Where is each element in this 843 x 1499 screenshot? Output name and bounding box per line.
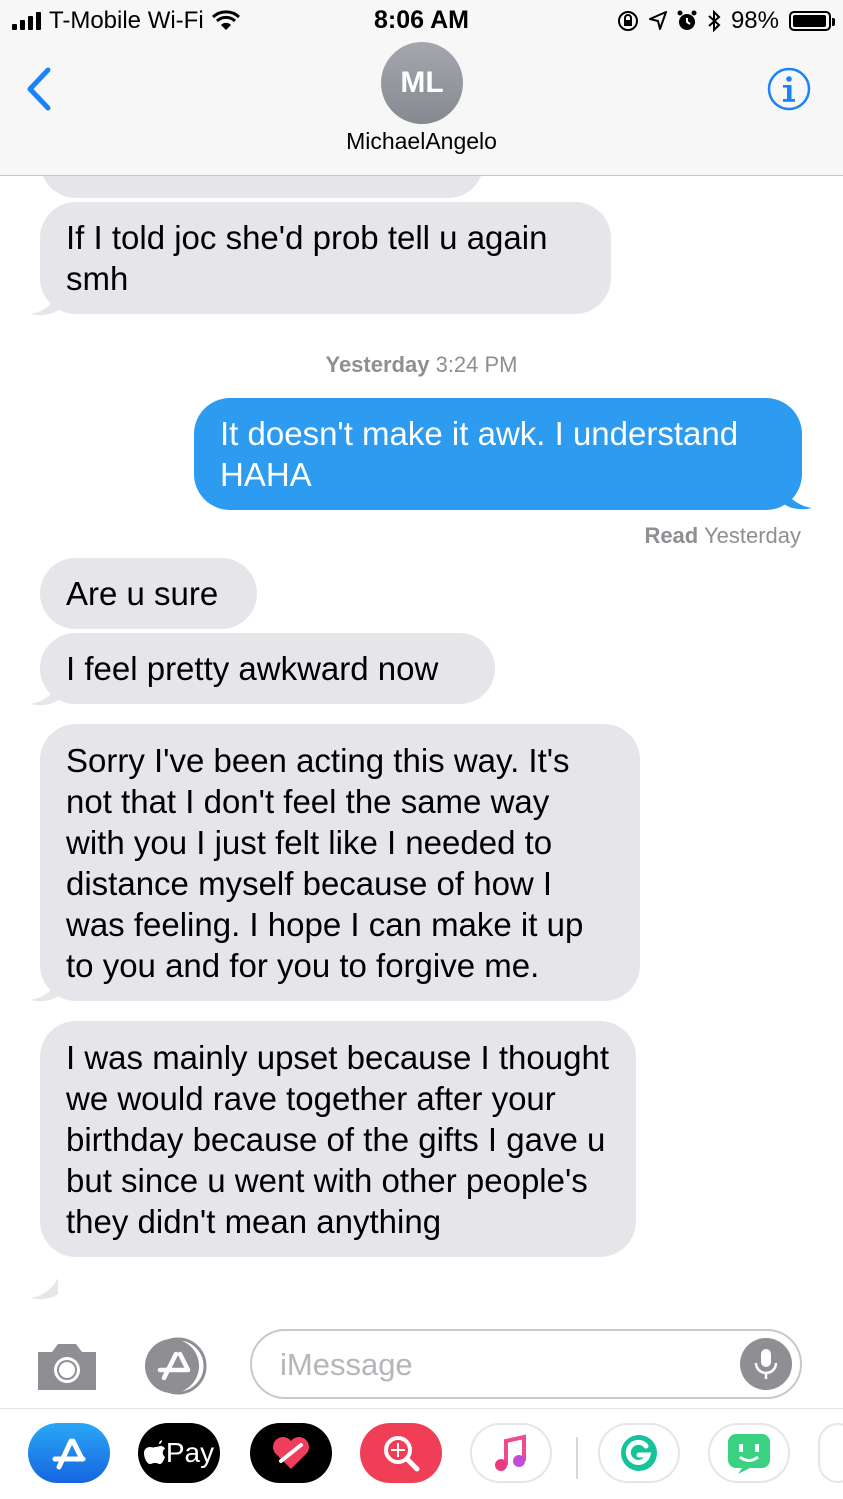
message-text: If I told joc she'd prob tell u again sm…: [66, 219, 548, 297]
apple-pay-label: Pay: [165, 1437, 215, 1468]
status-bar: T-Mobile Wi-Fi 8:06 AM 98%: [0, 0, 843, 42]
rotation-lock-icon: [617, 11, 638, 31]
bubble-tail: [30, 1278, 58, 1300]
info-icon[interactable]: [767, 67, 811, 111]
music-icon[interactable]: [470, 1423, 552, 1483]
bubble-tail: [30, 294, 58, 316]
conversation-header: ML MichaelAngelo: [0, 42, 843, 176]
contact-avatar[interactable]: ML: [381, 42, 463, 124]
message-text: It doesn't make it awk. I understand HAH…: [220, 415, 739, 493]
location-icon: [648, 11, 667, 30]
incoming-message[interactable]: Are u sure: [40, 558, 257, 629]
compose-bar: [0, 1324, 843, 1410]
app-store-icon[interactable]: [142, 1336, 214, 1396]
incoming-message[interactable]: If I told joc she'd prob tell u again sm…: [40, 202, 611, 314]
digital-touch-icon[interactable]: [250, 1423, 332, 1483]
incoming-message[interactable]: Sorry I've been acting this way. It's no…: [40, 724, 640, 1001]
web-images-icon[interactable]: [360, 1423, 442, 1483]
apple-pay-icon[interactable]: Pay: [138, 1423, 220, 1483]
app-store-icon[interactable]: [28, 1423, 110, 1483]
alarm-icon: [677, 10, 697, 30]
imessage-app-drawer: Pay: [0, 1408, 843, 1499]
message-text: Are u sure: [66, 575, 219, 612]
bitmoji-icon[interactable]: [708, 1423, 790, 1483]
message-input-field[interactable]: [250, 1329, 802, 1399]
message-thread[interactable]: If I told joc she'd prob tell u again sm…: [0, 176, 843, 1324]
battery-icon: [789, 11, 835, 31]
message-text: Sorry I've been acting this way. It's no…: [66, 742, 584, 984]
message-input[interactable]: [278, 1343, 722, 1387]
microphone-icon[interactable]: [740, 1338, 792, 1390]
camera-icon[interactable]: [34, 1338, 100, 1394]
drawer-divider: [576, 1437, 578, 1479]
bubble-tail: [30, 684, 58, 706]
back-chevron-icon[interactable]: [20, 64, 60, 114]
bubble-tail: [784, 488, 812, 510]
read-receipt: Read Yesterday: [644, 523, 801, 548]
battery-percent: 98%: [730, 7, 779, 34]
bubble-tail: [30, 980, 58, 1002]
incoming-message[interactable]: I feel pretty awkward now: [40, 633, 495, 704]
outgoing-message[interactable]: It doesn't make it awk. I understand HAH…: [194, 398, 802, 510]
grammarly-icon[interactable]: [598, 1423, 680, 1483]
status-right: 98%: [617, 6, 835, 36]
bluetooth-icon: [708, 10, 721, 32]
message-text: I feel pretty awkward now: [66, 650, 439, 687]
incoming-message[interactable]: I was mainly upset because I thought we …: [40, 1021, 636, 1257]
timestamp: Yesterday 3:24 PM: [325, 352, 518, 377]
message-bubble-cropped: [40, 176, 484, 198]
message-text: I was mainly upset because I thought we …: [66, 1039, 609, 1240]
contact-name[interactable]: MichaelAngelo: [0, 128, 843, 155]
more-apps-icon[interactable]: [818, 1423, 843, 1483]
